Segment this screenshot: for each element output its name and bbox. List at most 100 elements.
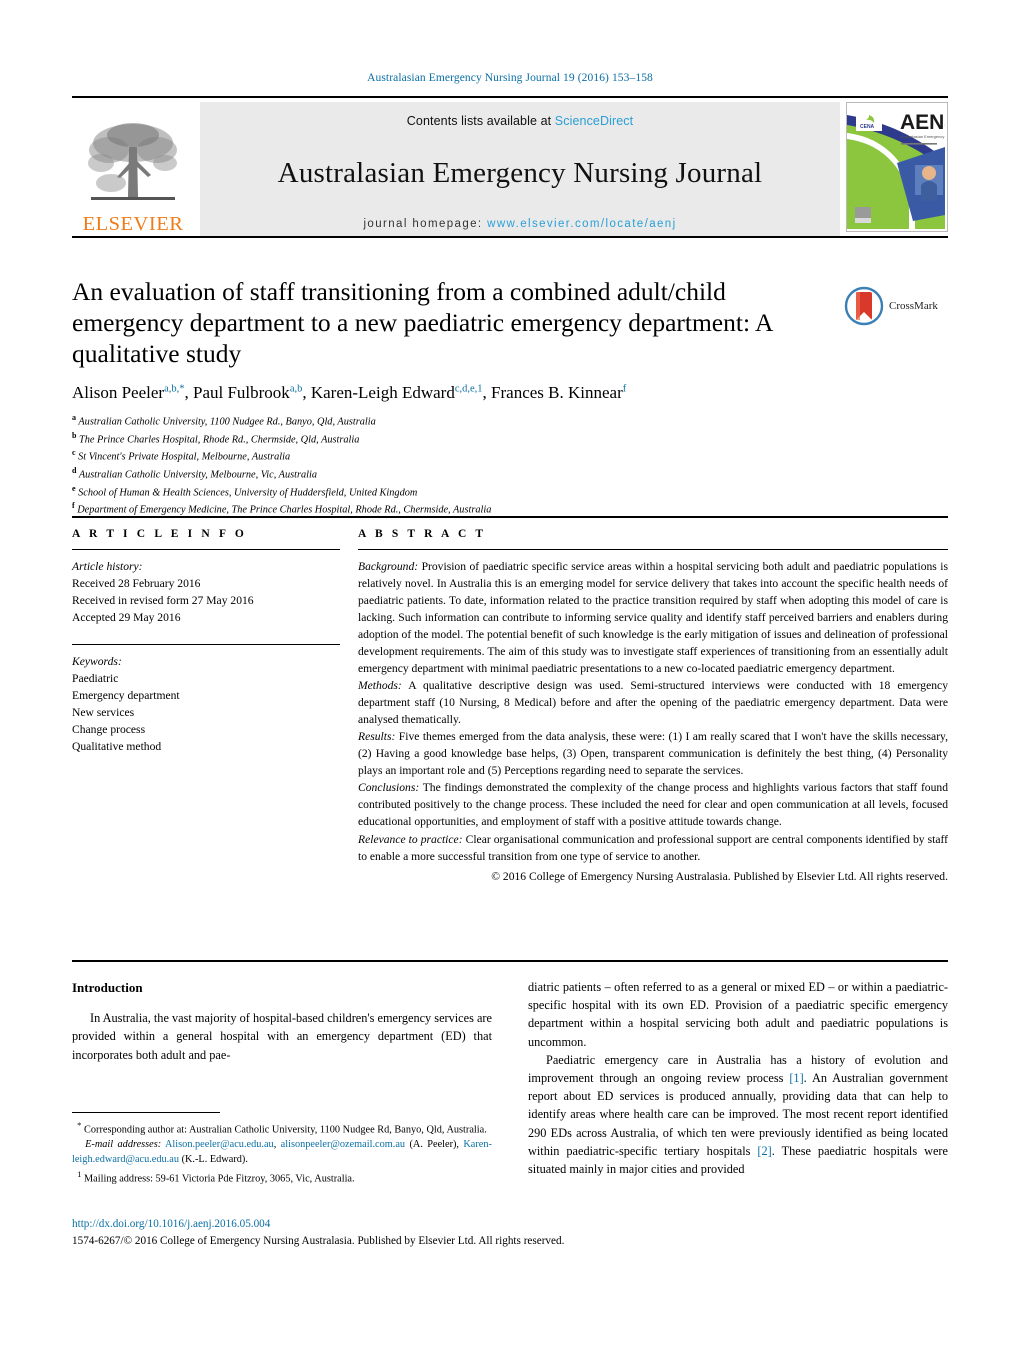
intro-paragraph-left: In Australia, the vast majority of hospi… bbox=[72, 1011, 492, 1062]
elsevier-tree-icon bbox=[88, 122, 177, 200]
title-block: CrossMark An evaluation of staff transit… bbox=[72, 276, 948, 518]
article-info-heading: A R T I C L E I N F O bbox=[72, 528, 247, 540]
abstract-section-label: Results: bbox=[358, 730, 396, 744]
keyword-item: Paediatric bbox=[72, 671, 119, 685]
page-footer: http://dx.doi.org/10.1016/j.aenj.2016.05… bbox=[72, 1216, 772, 1250]
author-affil-marks: a,b bbox=[289, 383, 303, 395]
history-item: Received in revised form 27 May 2016 bbox=[72, 594, 254, 608]
footnote-corresponding: * Corresponding author at: Australian Ca… bbox=[72, 1119, 492, 1138]
abstract-section-text: Five themes emerged from the data analys… bbox=[358, 730, 948, 778]
footnote-corresponding-text: Corresponding author at: Australian Cath… bbox=[84, 1124, 487, 1136]
abstract-top-rule bbox=[72, 516, 948, 518]
author-entry[interactable]: Alison Peelera,b,* bbox=[72, 383, 185, 402]
sciencedirect-link[interactable]: ScienceDirect bbox=[555, 114, 633, 128]
abstract-section-text: Provision of paediatric specific service… bbox=[358, 560, 948, 676]
affiliation-text: School of Human & Health Sciences, Unive… bbox=[78, 486, 418, 498]
contents-prefix: Contents lists available at bbox=[406, 114, 555, 128]
abstract-section-text: The findings demonstrated the complexity… bbox=[358, 781, 948, 829]
paper-page: Australasian Emergency Nursing Journal 1… bbox=[0, 0, 1020, 1351]
masthead-bottom-rule bbox=[72, 236, 948, 238]
journal-cover-thumbnail[interactable]: AENJ Australasian Emergency Nursing Jour… bbox=[846, 102, 948, 232]
history-item: Accepted 29 May 2016 bbox=[72, 611, 181, 625]
abstract-rule bbox=[358, 549, 948, 550]
abstract-section-text: A qualitative descriptive design was use… bbox=[358, 679, 948, 727]
author-name: Karen-Leigh Edward bbox=[310, 383, 455, 403]
keywords-rule bbox=[72, 643, 340, 645]
email-owner-3: (K.-L. Edward). bbox=[181, 1154, 248, 1166]
keywords-block: Keywords: Paediatric Emergency departmen… bbox=[72, 653, 340, 756]
elsevier-logo: ELSEVIER bbox=[72, 102, 194, 236]
crossmark-icon bbox=[844, 286, 884, 326]
abstract-section-label: Background: bbox=[358, 560, 419, 573]
issn-copyright-line: 1574-6267/© 2016 College of Emergency Nu… bbox=[72, 1234, 565, 1247]
affiliation-item: f Department of Emergency Medicine, The … bbox=[72, 500, 948, 518]
abstract-body: Background: Provision of paediatric spec… bbox=[358, 558, 948, 885]
citation-ref-2[interactable]: [2] bbox=[757, 1144, 771, 1158]
section-heading-introduction: Introduction bbox=[72, 980, 143, 995]
affiliation-mark: a bbox=[72, 413, 76, 423]
author-entry[interactable]: Paul Fulbrooka,b bbox=[193, 383, 302, 402]
crossmark-badge[interactable]: CrossMark bbox=[844, 284, 948, 328]
footnote-emails: E-mail addresses: Alison.peeler@acu.edu.… bbox=[72, 1139, 492, 1166]
svg-text:CENA: CENA bbox=[860, 124, 875, 130]
footnote-number-mark: 1 bbox=[77, 1169, 82, 1180]
email-link-1[interactable]: Alison.peeler@acu.edu.au bbox=[165, 1139, 274, 1150]
page-title: An evaluation of staff transitioning fro… bbox=[72, 277, 773, 369]
author-affil-marks: f bbox=[622, 383, 627, 395]
doi-link[interactable]: http://dx.doi.org/10.1016/j.aenj.2016.05… bbox=[72, 1216, 772, 1233]
homepage-url-link[interactable]: www.elsevier.com/locate/aenj bbox=[487, 218, 676, 230]
author-entry[interactable]: Frances B. Kinnearf bbox=[491, 383, 626, 402]
email-link-2[interactable]: alisonpeeler@ozemail.com.au bbox=[281, 1139, 405, 1150]
abstract-section-label: Methods: bbox=[358, 679, 402, 693]
author-entry[interactable]: Karen-Leigh Edwardc,d,e,1 bbox=[311, 383, 483, 402]
journal-homepage-line: journal homepage: www.elsevier.com/locat… bbox=[363, 218, 676, 230]
affiliation-text: Australian Catholic University, Melbourn… bbox=[78, 469, 317, 481]
article-history-block: Article history: Received 28 February 20… bbox=[72, 558, 340, 627]
footnote-star-mark: * bbox=[77, 1120, 82, 1130]
journal-masthead: ELSEVIER Contents lists available at Sci… bbox=[72, 96, 948, 236]
email-owner-1: (A. Peeler), bbox=[409, 1139, 459, 1151]
journal-title: Australasian Emergency Nursing Journal bbox=[277, 156, 763, 189]
footnotes-block: * Corresponding author at: Australian Ca… bbox=[72, 1112, 492, 1188]
keyword-item: Change process bbox=[72, 723, 146, 737]
keyword-item: Qualitative method bbox=[72, 740, 162, 754]
journal-cover-art: AENJ Australasian Emergency Nursing Jour… bbox=[847, 103, 947, 229]
article-info-rule bbox=[72, 549, 340, 550]
svg-text:AENJ: AENJ bbox=[900, 111, 945, 134]
affiliation-mark: c bbox=[72, 448, 76, 458]
affiliation-text: Department of Emergency Medicine, The Pr… bbox=[77, 504, 492, 516]
abstract-section: Methods: A qualitative descriptive desig… bbox=[358, 677, 948, 728]
affiliation-mark: e bbox=[72, 483, 76, 493]
affiliation-item: e School of Human & Health Sciences, Uni… bbox=[72, 483, 948, 501]
abstract-column: A B S T R A C T Background: Provision of… bbox=[340, 528, 948, 885]
affiliation-item: a Australian Catholic University, 1100 N… bbox=[72, 412, 948, 430]
footnote-mailing-text: Mailing address: 59-61 Victoria Pde Fitz… bbox=[84, 1173, 355, 1185]
author-affil-marks: c,d,e,1 bbox=[454, 383, 483, 395]
affiliation-text: The Prince Charles Hospital, Rhode Rd., … bbox=[79, 434, 360, 446]
abstract-section: Results: Five themes emerged from the da… bbox=[358, 728, 948, 779]
intro-paragraph-right-1: diatric patients – often referred to as … bbox=[528, 980, 948, 1049]
email-label: E-mail addresses: bbox=[85, 1139, 162, 1151]
running-head: Australasian Emergency Nursing Journal 1… bbox=[367, 72, 653, 84]
svg-text:Australasian Emergency Nursing: Australasian Emergency Nursing Journal bbox=[901, 134, 945, 139]
citation-ref-1[interactable]: [1] bbox=[789, 1071, 803, 1085]
footnote-rule bbox=[72, 1112, 220, 1113]
affiliation-item: b The Prince Charles Hospital, Rhode Rd.… bbox=[72, 430, 948, 448]
affiliation-list: a Australian Catholic University, 1100 N… bbox=[72, 412, 948, 517]
homepage-prefix: journal homepage: bbox=[363, 218, 488, 230]
keywords-label: Keywords: bbox=[72, 654, 122, 668]
author-list: Alison Peelera,b,*, Paul Fulbrooka,b, Ka… bbox=[72, 383, 627, 403]
article-info-column: A R T I C L E I N F O Article history: R… bbox=[72, 528, 340, 885]
footnote-mailing: 1 Mailing address: 59-61 Victoria Pde Fi… bbox=[72, 1168, 492, 1187]
abstract-heading: A B S T R A C T bbox=[358, 528, 487, 540]
abstract-section-label: Conclusions: bbox=[358, 781, 420, 795]
affiliation-item: c St Vincent's Private Hospital, Melbour… bbox=[72, 447, 948, 465]
body-top-rule bbox=[72, 960, 948, 962]
keyword-item: New services bbox=[72, 706, 135, 720]
author-affil-marks: a,b,* bbox=[164, 383, 185, 395]
cena-logo-icon: CENA bbox=[856, 113, 882, 131]
keyword-item: Emergency department bbox=[72, 688, 180, 702]
abstract-section: Conclusions: The findings demonstrated t… bbox=[358, 779, 948, 830]
crossmark-label: CrossMark bbox=[889, 300, 938, 312]
